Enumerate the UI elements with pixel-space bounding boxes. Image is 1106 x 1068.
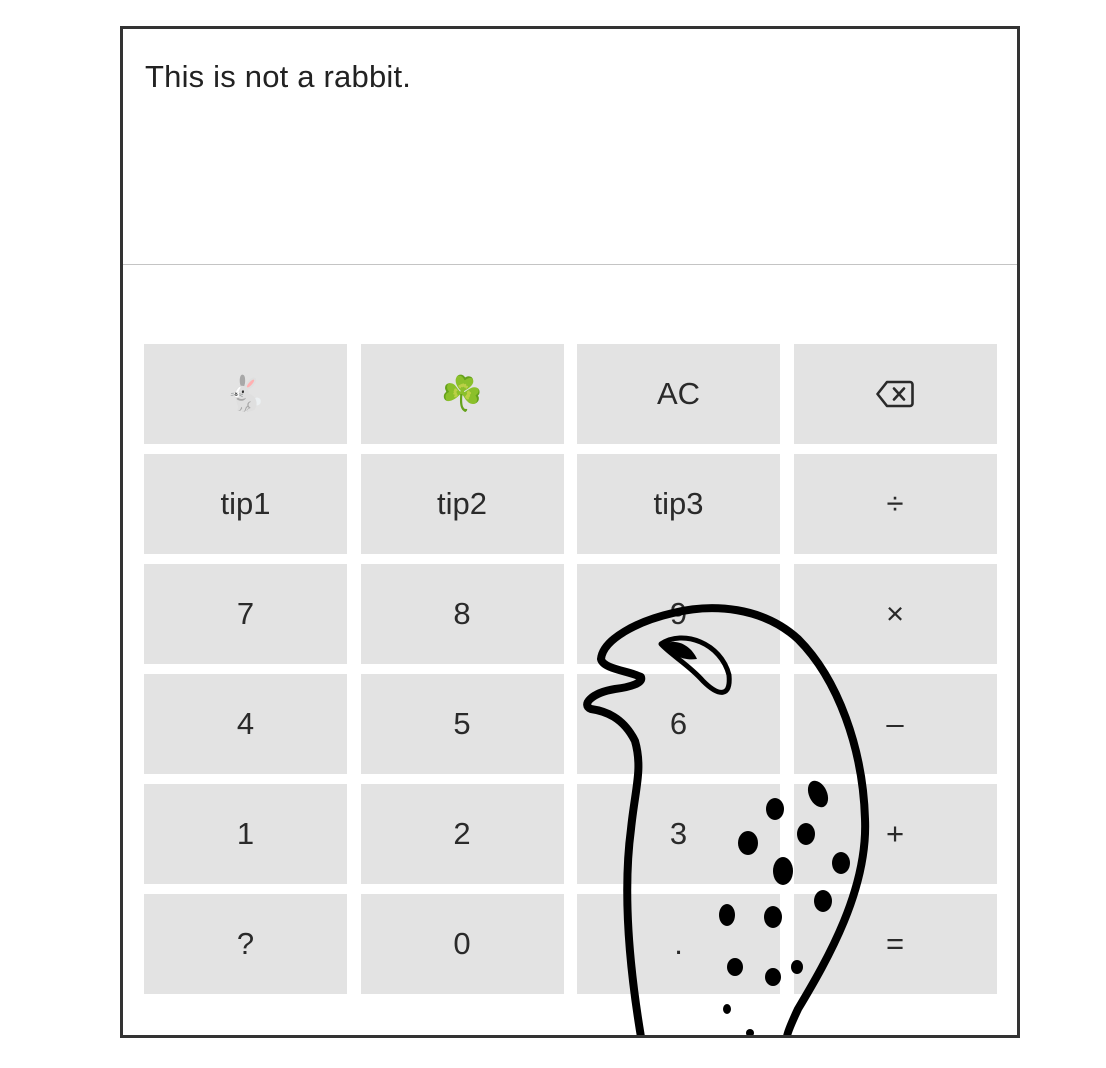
equals-button[interactable]: = bbox=[793, 894, 997, 994]
all-clear-button[interactable]: AC bbox=[577, 344, 780, 444]
keypad: 🐇 ☘️ AC tip1 tip2 tip3 ÷ 7 8 9 × 4 5 6 –… bbox=[144, 344, 997, 994]
question-button[interactable]: ? bbox=[144, 894, 347, 994]
display-text: This is not a rabbit. bbox=[145, 59, 412, 94]
tip2-label: tip2 bbox=[437, 486, 487, 521]
add-label: + bbox=[885, 816, 905, 851]
divide-button[interactable]: ÷ bbox=[793, 454, 997, 554]
digit-6-label: 6 bbox=[669, 706, 688, 741]
backspace-icon bbox=[876, 380, 914, 408]
digit-2-label: 2 bbox=[453, 816, 471, 851]
digit-3-button[interactable]: 3 bbox=[577, 784, 780, 884]
all-clear-label: AC bbox=[656, 376, 701, 411]
display-area: This is not a rabbit. bbox=[123, 29, 1017, 265]
digit-1-label: 1 bbox=[236, 816, 255, 851]
digit-4-label: 4 bbox=[236, 706, 255, 741]
digit-6-button[interactable]: 6 bbox=[577, 674, 780, 774]
digit-0-label: 0 bbox=[453, 926, 471, 961]
digit-0-button[interactable]: 0 bbox=[360, 894, 564, 994]
digit-4-button[interactable]: 4 bbox=[144, 674, 347, 774]
decimal-button[interactable]: . bbox=[577, 894, 780, 994]
question-label: ? bbox=[236, 926, 255, 961]
tip3-label: tip3 bbox=[653, 486, 704, 521]
digit-1-button[interactable]: 1 bbox=[144, 784, 347, 884]
add-button[interactable]: + bbox=[793, 784, 997, 884]
digit-5-button[interactable]: 5 bbox=[360, 674, 564, 774]
digit-7-label: 7 bbox=[236, 596, 255, 631]
backspace-button[interactable] bbox=[793, 344, 997, 444]
calculator-frame: This is not a rabbit. 🐇 ☘️ AC tip1 tip2 … bbox=[120, 26, 1020, 1038]
digit-5-label: 5 bbox=[453, 706, 471, 741]
subtract-button[interactable]: – bbox=[793, 674, 997, 774]
digit-9-label: 9 bbox=[669, 596, 688, 631]
tip1-label: tip1 bbox=[220, 486, 271, 521]
multiply-button[interactable]: × bbox=[793, 564, 997, 664]
subtract-label: – bbox=[886, 706, 904, 741]
divide-label: ÷ bbox=[886, 486, 904, 521]
equals-label: = bbox=[885, 926, 905, 961]
tip3-button[interactable]: tip3 bbox=[577, 454, 780, 554]
tip1-button[interactable]: tip1 bbox=[144, 454, 347, 554]
shamrock-key[interactable]: ☘️ bbox=[360, 344, 564, 444]
multiply-label: × bbox=[885, 596, 905, 631]
digit-7-button[interactable]: 7 bbox=[144, 564, 347, 664]
decimal-label: . bbox=[674, 926, 683, 961]
digit-9-button[interactable]: 9 bbox=[577, 564, 780, 664]
rabbit-key[interactable]: 🐇 bbox=[144, 344, 347, 444]
tip2-button[interactable]: tip2 bbox=[360, 454, 564, 554]
digit-8-label: 8 bbox=[453, 596, 471, 631]
digit-3-label: 3 bbox=[669, 816, 688, 851]
digit-8-button[interactable]: 8 bbox=[360, 564, 564, 664]
digit-2-button[interactable]: 2 bbox=[360, 784, 564, 884]
shamrock-icon: ☘️ bbox=[440, 375, 484, 413]
rabbit-icon: 🐇 bbox=[224, 375, 267, 413]
